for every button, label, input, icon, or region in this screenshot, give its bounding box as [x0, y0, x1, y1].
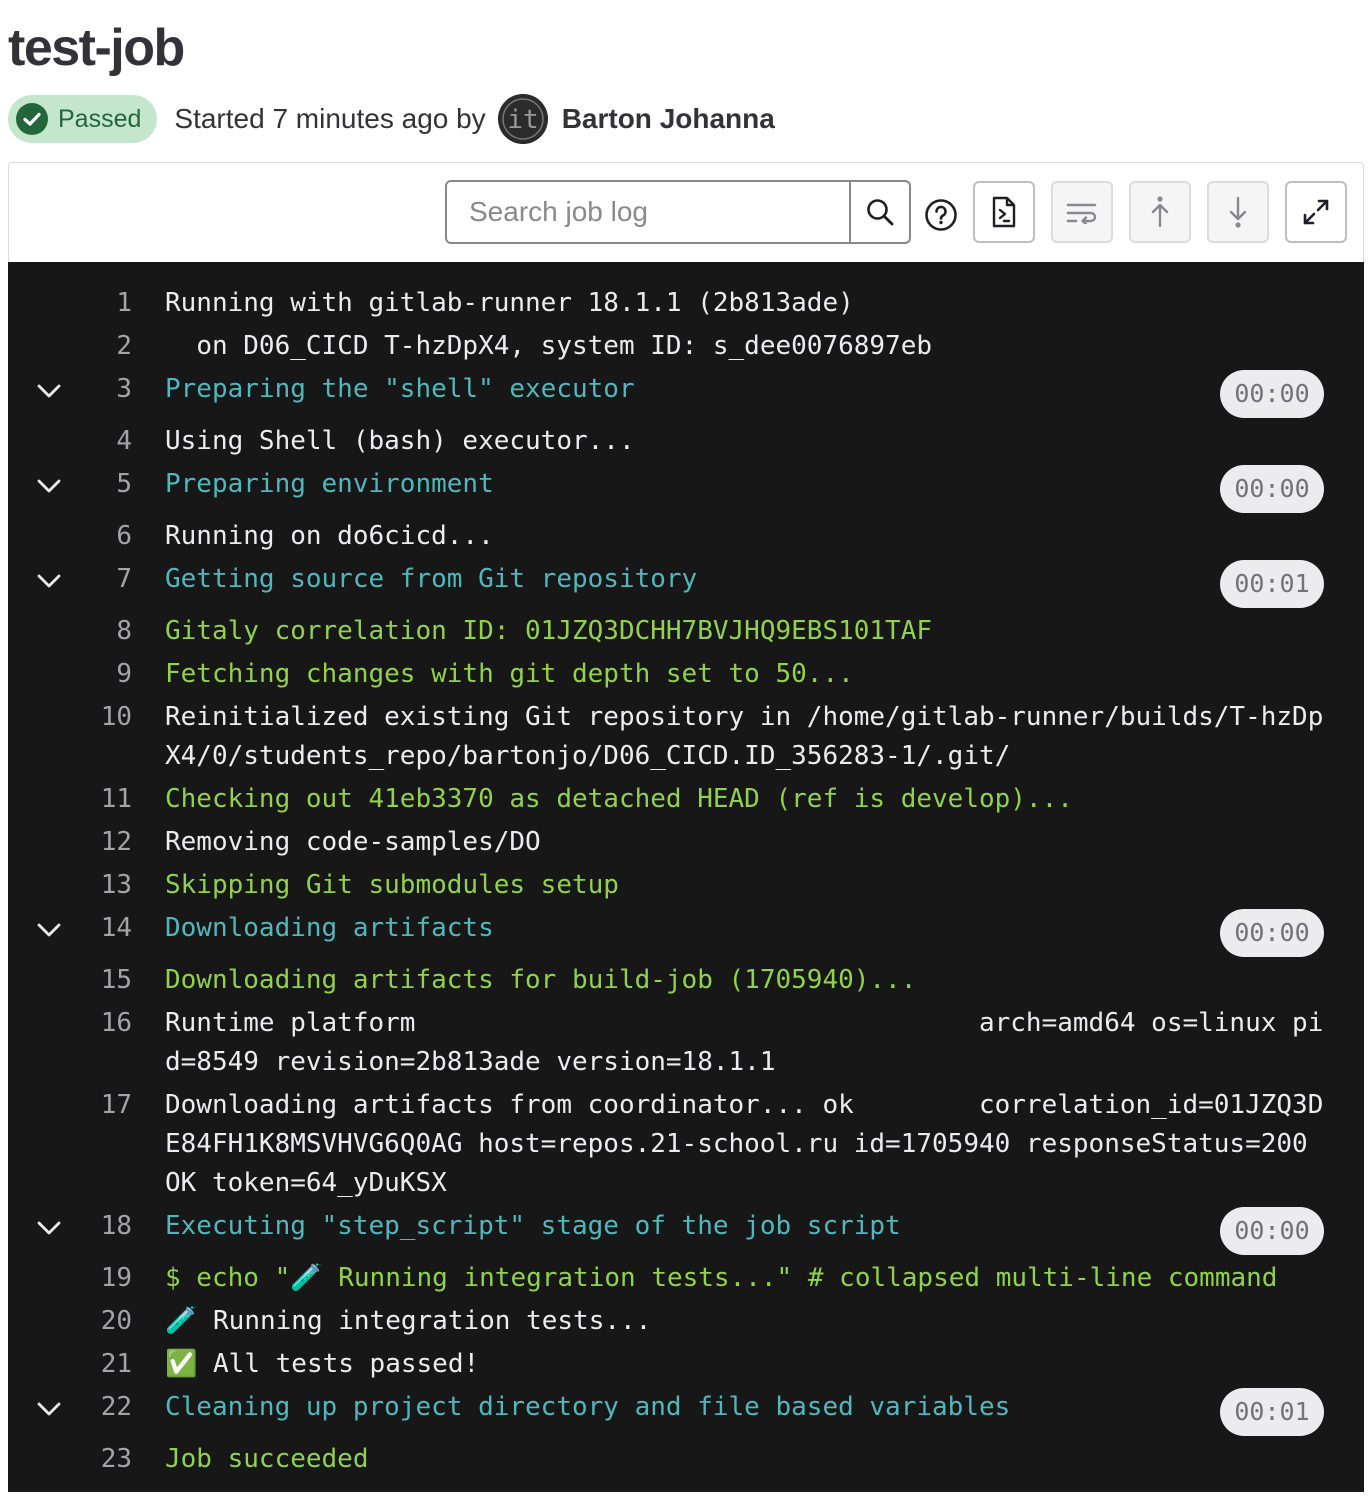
log-text: Runtime platform arch=amd64 os=linux pid… [165, 1008, 1324, 1077]
line-number[interactable]: 20 [68, 1300, 132, 1343]
wrap-lines-button[interactable] [1051, 181, 1113, 243]
line-number[interactable]: 3 [68, 368, 132, 411]
log-text: Downloading artifacts from coordinator..… [165, 1090, 1324, 1198]
line-number[interactable]: 2 [68, 325, 132, 368]
scroll-to-bottom-button[interactable] [1207, 181, 1269, 243]
avatar-logo-icon: it [497, 94, 548, 144]
line-number[interactable]: 16 [68, 1002, 132, 1045]
author-name[interactable]: Barton Johanna [562, 103, 775, 135]
log-text: on D06_CICD T-hzDpX4, system ID: s_dee00… [165, 331, 933, 361]
line-number[interactable]: 5 [68, 463, 132, 506]
scroll-bottom-icon [1229, 196, 1247, 228]
line-number[interactable]: 4 [68, 420, 132, 463]
line-number[interactable]: 7 [68, 558, 132, 601]
log-text: Cleaning up project directory and file b… [165, 1392, 1011, 1422]
line-number[interactable]: 10 [68, 696, 132, 739]
log-text: Preparing environment [165, 469, 494, 499]
line-number[interactable]: 9 [68, 653, 132, 696]
raw-log-icon [992, 196, 1016, 228]
job-meta: Passed Started 7 minutes ago by it Barto… [8, 94, 775, 144]
check-circle-icon [16, 103, 48, 135]
status-label: Passed [58, 104, 142, 133]
line-number[interactable]: 17 [68, 1084, 132, 1127]
log-text: ✅ All tests passed! [165, 1349, 480, 1379]
log-text: Fetching changes with git depth set to 5… [165, 659, 854, 689]
search-icon [867, 199, 894, 226]
line-number[interactable]: 1 [68, 282, 132, 325]
line-number[interactable]: 8 [68, 610, 132, 653]
log-text: 🧪 Running integration tests... [165, 1306, 652, 1336]
search-input[interactable] [447, 182, 849, 242]
line-number[interactable]: 19 [68, 1257, 132, 1300]
search-box [445, 180, 911, 244]
scroll-to-top-button[interactable] [1129, 181, 1191, 243]
scroll-top-icon [1151, 196, 1169, 228]
fullscreen-icon [1303, 199, 1329, 225]
log-text: Getting source from Git repository [165, 564, 698, 594]
avatar[interactable]: it [497, 94, 548, 144]
svg-text:it: it [507, 105, 538, 135]
line-number[interactable]: 18 [68, 1205, 132, 1248]
help-button[interactable] [921, 195, 961, 235]
log-text: Reinitialized existing Git repository in… [165, 702, 1324, 771]
section-duration-badge: 00:01 [1220, 560, 1324, 608]
log-text: Gitaly correlation ID: 01JZQ3DCHH7BVJHQ9… [165, 616, 933, 646]
section-duration-badge: 00:00 [1220, 1207, 1324, 1255]
chevron-down-icon[interactable] [34, 1213, 64, 1243]
show-raw-log-button[interactable] [973, 181, 1035, 243]
line-number[interactable]: 23 [68, 1438, 132, 1481]
line-number[interactable]: 6 [68, 515, 132, 558]
chevron-down-icon[interactable] [34, 1394, 64, 1424]
log-text: Removing code-samples/DO [165, 827, 541, 857]
log-text: Preparing the "shell" executor [165, 374, 635, 404]
log-text: Running on do6cicd... [165, 521, 494, 551]
page-title: test-job [8, 19, 185, 77]
log-text: $ echo "🧪 Running integration tests..." … [165, 1263, 1278, 1293]
log-text: Running with gitlab-runner 18.1.1 (2b813… [165, 288, 854, 318]
log-text: Downloading artifacts for build-job (170… [165, 965, 917, 995]
log-text: Using Shell (bash) executor... [165, 426, 635, 456]
section-duration-badge: 00:00 [1220, 370, 1324, 418]
log-text: Executing "step_script" stage of the job… [165, 1211, 901, 1241]
log-text: Checking out 41eb3370 as detached HEAD (… [165, 784, 1073, 814]
help-icon [925, 199, 957, 231]
chevron-down-icon[interactable] [34, 471, 64, 501]
job-log: 1 Running with gitlab-runner 18.1.1 (2b81… [8, 262, 1364, 1492]
line-number[interactable]: 11 [68, 778, 132, 821]
chevron-down-icon[interactable] [34, 376, 64, 406]
job-log-toolbar [8, 162, 1364, 262]
line-number[interactable]: 21 [68, 1343, 132, 1386]
started-text: Started 7 minutes ago by [174, 103, 486, 134]
section-duration-badge: 00:00 [1220, 909, 1324, 957]
fullscreen-button[interactable] [1285, 181, 1347, 243]
log-text: Job succeeded [165, 1444, 369, 1474]
line-number[interactable]: 13 [68, 864, 132, 907]
status-badge[interactable]: Passed [8, 95, 158, 143]
line-number[interactable]: 15 [68, 959, 132, 1002]
line-number[interactable]: 12 [68, 821, 132, 864]
chevron-down-icon[interactable] [34, 566, 64, 596]
log-text: Skipping Git submodules setup [165, 870, 619, 900]
log-text: Downloading artifacts [165, 913, 494, 943]
section-duration-badge: 00:01 [1220, 1388, 1324, 1436]
chevron-down-icon[interactable] [34, 915, 64, 945]
line-number[interactable]: 14 [68, 907, 132, 950]
section-duration-badge: 00:00 [1220, 465, 1324, 513]
wrap-lines-icon [1066, 203, 1097, 224]
search-button[interactable] [849, 182, 909, 242]
line-number[interactable]: 22 [68, 1386, 132, 1429]
